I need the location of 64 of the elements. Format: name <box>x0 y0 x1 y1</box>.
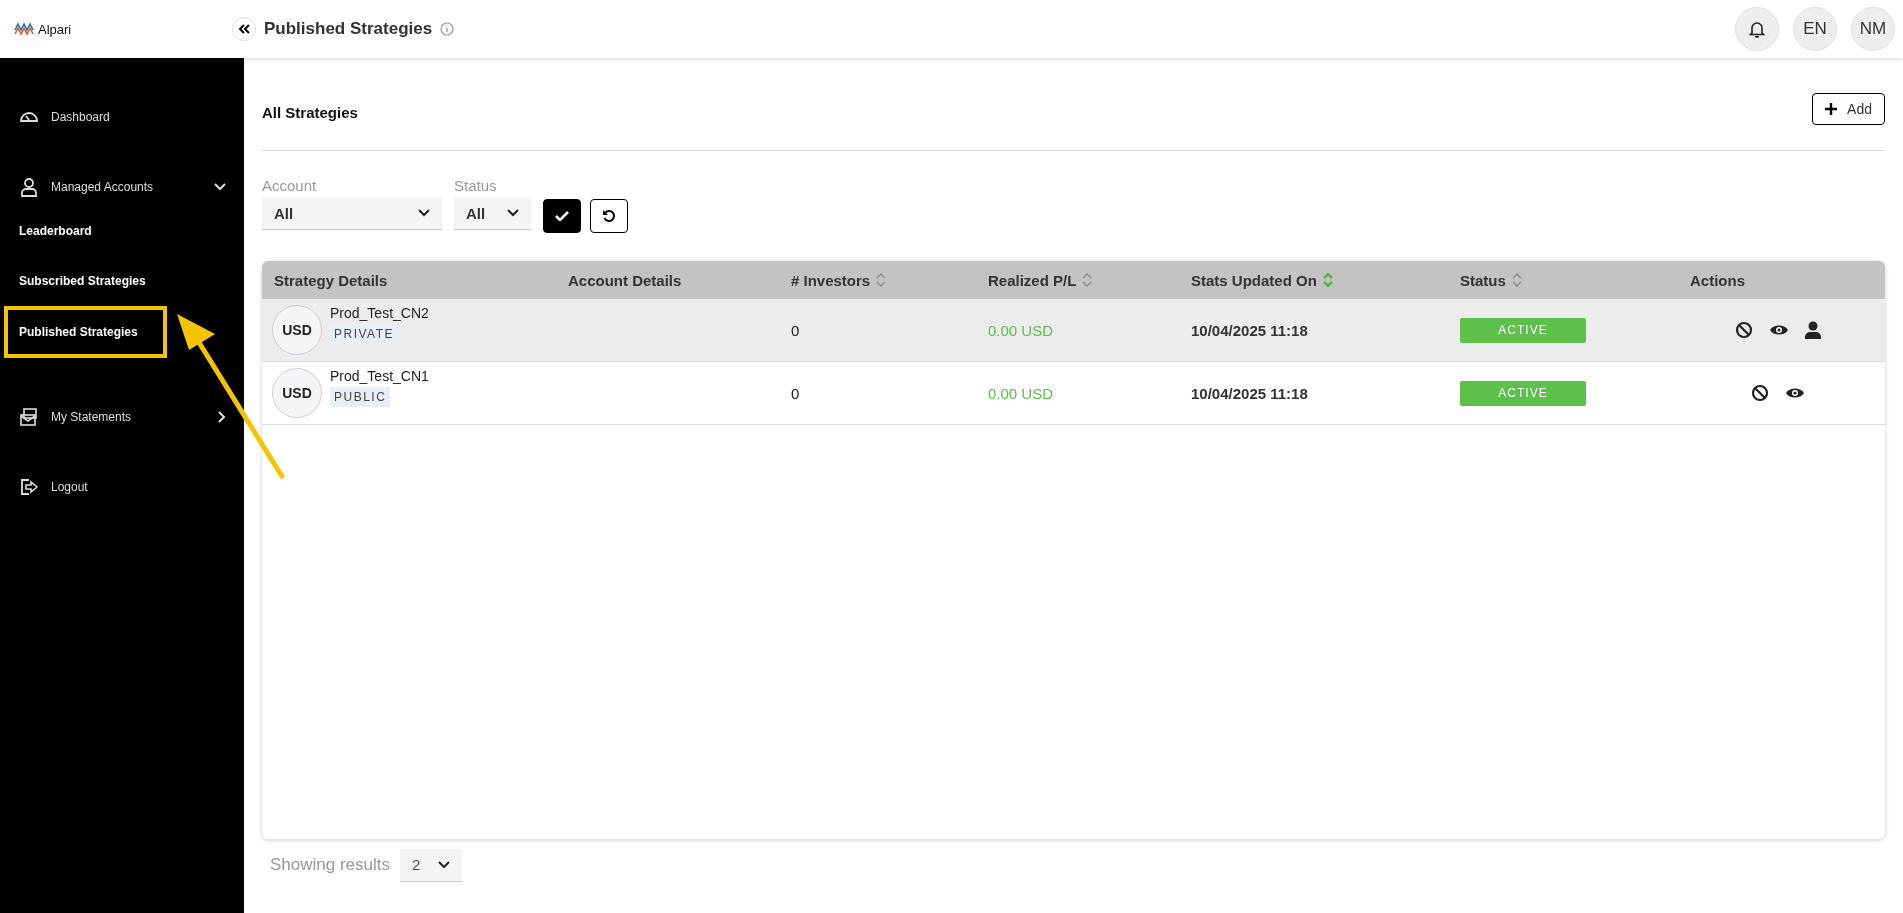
checkmark-icon <box>555 211 569 221</box>
reset-filter-button[interactable] <box>590 199 628 233</box>
filter-dropdown[interactable]: All <box>454 197 531 230</box>
info-icon <box>440 22 455 36</box>
table-cell: 10/04/2025 11:18 <box>1191 384 1308 402</box>
filter-label: Status <box>454 177 498 194</box>
logo-text: Alpari <box>38 21 72 37</box>
add-button[interactable]: Add <box>1812 93 1885 125</box>
status-badge: ACTIVE <box>1460 317 1586 343</box>
nav-subitem[interactable]: Published Strategies <box>4 306 167 358</box>
double-chevron-left-icon <box>238 24 250 34</box>
notifications-button[interactable] <box>1735 7 1779 51</box>
page-title: Published Strategies <box>264 19 433 39</box>
strategy-name: Prod_Test_CN2 <box>330 304 429 321</box>
table-row[interactable]: USD Prod_Test_CN2 PRIVATE 0 0.00 USD 10/04/2025 11:18 ACTIVE <box>262 299 1885 362</box>
logo-icon <box>14 22 34 36</box>
table-cell: 0 <box>791 321 800 339</box>
filter-dropdown[interactable]: All <box>262 197 442 230</box>
envelope-stack-icon <box>18 407 40 427</box>
table-cell: 10/04/2025 11:18 <box>1191 321 1308 339</box>
person-icon <box>1804 321 1821 339</box>
collapse-sidebar-button[interactable] <box>232 17 256 41</box>
apply-filter-button[interactable] <box>543 199 581 233</box>
block-icon <box>1750 384 1769 402</box>
table-cell: 0.00 USD <box>988 321 1054 339</box>
nav-item[interactable]: My Statements <box>0 404 244 430</box>
block-icon <box>1734 321 1753 339</box>
nav-subitem[interactable]: Subscribed Strategies <box>0 270 244 292</box>
nav-item[interactable]: Managed Accounts <box>0 174 244 200</box>
column-header: Account Details <box>568 271 682 289</box>
table-cell: 0.00 USD <box>988 384 1054 402</box>
column-header: Strategy Details <box>274 271 388 289</box>
results-label: Showing results <box>270 855 390 875</box>
visibility-tag: PUBLIC <box>330 386 391 407</box>
header-button[interactable]: NM <box>1851 7 1895 51</box>
column-header: Status <box>1460 271 1506 289</box>
table-cell: 0 <box>791 384 800 402</box>
nav-subitem[interactable]: Leaderboard <box>0 220 244 242</box>
column-header: Actions <box>1690 271 1745 289</box>
logout-icon <box>18 477 40 497</box>
column-header: Realized P/L <box>988 271 1077 289</box>
chevron-down-icon <box>418 209 430 217</box>
undo-icon <box>602 209 616 223</box>
filter-label: Account <box>262 177 318 194</box>
currency-avatar: USD <box>272 305 322 355</box>
nav-item[interactable]: Dashboard <box>0 104 244 130</box>
strategy-name: Prod_Test_CN1 <box>330 367 429 384</box>
section-title: All Strategies <box>262 102 358 121</box>
currency-avatar: USD <box>272 368 322 418</box>
visibility-tag: PRIVATE <box>330 323 399 344</box>
status-badge: ACTIVE <box>1460 380 1586 406</box>
table-row[interactable]: USD Prod_Test_CN1 PUBLIC 0 0.00 USD 10/04/2025 11:18 ACTIVE <box>262 362 1885 425</box>
bell-icon <box>1749 20 1765 38</box>
plus-icon <box>1825 103 1838 115</box>
chevron-down-icon <box>438 860 450 869</box>
eye-icon <box>1768 323 1789 337</box>
column-header: # Investors <box>791 271 871 289</box>
column-header: Stats Updated On <box>1191 271 1317 289</box>
results-dropdown[interactable]: 2 <box>400 848 462 882</box>
header-button[interactable]: EN <box>1793 7 1837 51</box>
person-icon <box>18 177 40 197</box>
chevron-down-icon <box>507 209 519 217</box>
eye-icon <box>1784 386 1805 400</box>
nav-item[interactable]: Logout <box>0 474 244 500</box>
